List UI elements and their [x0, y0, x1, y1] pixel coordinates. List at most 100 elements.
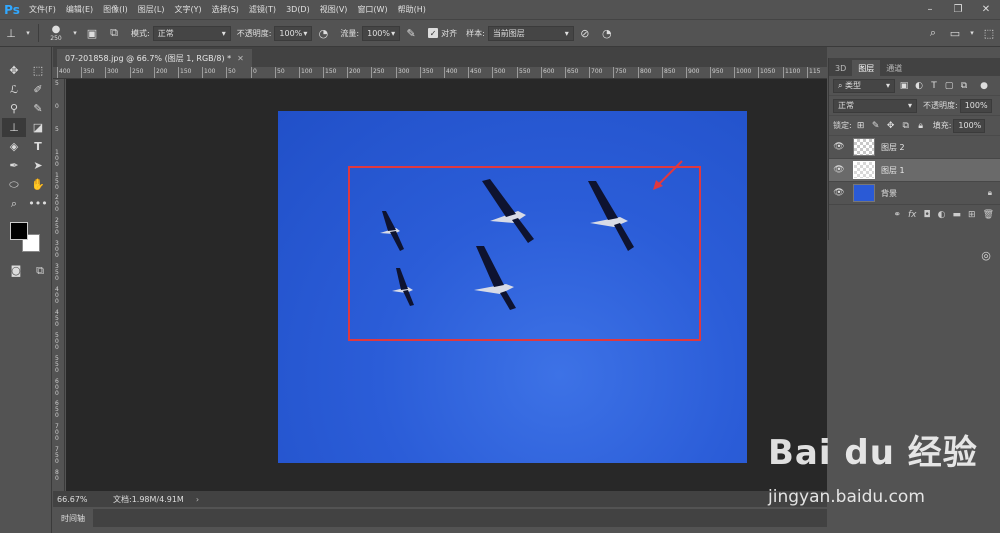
pixel-filter-icon[interactable]: ▣	[898, 80, 910, 92]
menu-filter[interactable]: 滤镜(T)	[244, 4, 281, 15]
toggle-brush-panel-icon[interactable]: ▣	[83, 24, 101, 42]
ignore-adjustment-layers-icon[interactable]: ⊘	[576, 24, 594, 42]
clone-stamp-tool-icon[interactable]: ⊥	[2, 118, 26, 137]
menu-view[interactable]: 视图(V)	[315, 4, 353, 15]
menu-3d[interactable]: 3D(D)	[281, 5, 315, 14]
close-icon[interactable]: ✕	[237, 54, 244, 63]
clone-source-panel-icon[interactable]: ⧉	[105, 24, 123, 42]
zoom-level[interactable]: 66.67%	[53, 495, 99, 504]
ellipse-tool-icon[interactable]: ⬭	[2, 175, 26, 194]
menu-type[interactable]: 文字(Y)	[169, 4, 206, 15]
chevron-down-icon[interactable]: ▾	[24, 24, 32, 42]
search-icon[interactable]: ⌕	[924, 24, 942, 42]
lasso-tool-icon[interactable]: ℒ	[2, 80, 26, 99]
kind-filter-select[interactable]: ⌕ 类型 ▾	[833, 78, 895, 93]
move-tool-icon[interactable]: ✥	[2, 61, 26, 80]
marquee-tool-icon[interactable]: ⬚	[26, 61, 50, 80]
timeline-tab[interactable]: 时间轴	[53, 509, 93, 527]
menu-layer[interactable]: 图层(L)	[133, 4, 170, 15]
canvas-area[interactable]	[66, 79, 827, 491]
document-info[interactable]: 文档:1.98M/4.91M	[113, 494, 184, 505]
layer-opacity-input[interactable]: 100%	[959, 98, 992, 113]
eraser-tool-icon[interactable]: ◪	[26, 118, 50, 137]
foreground-color-swatch[interactable]	[10, 222, 28, 240]
document-tab[interactable]: 07-201858.jpg @ 66.7% (图层 1, RGB/8) * ✕	[57, 49, 252, 67]
airbrush-icon[interactable]: ✎	[402, 24, 420, 42]
trash-icon[interactable]: 🗑︎	[983, 210, 994, 220]
ruler-label: 550	[519, 68, 531, 75]
smart-object-filter-icon[interactable]: ⧉	[958, 80, 970, 92]
link-layers-icon[interactable]: ⚭	[893, 210, 901, 220]
lock-pixels-icon[interactable]: ✎	[870, 120, 882, 132]
type-filter-icon[interactable]: T	[928, 80, 940, 92]
pen-tool-icon[interactable]: ✒	[2, 156, 26, 175]
paint-bucket-tool-icon[interactable]: ◈	[2, 137, 26, 156]
chevron-right-icon[interactable]: ›	[196, 495, 199, 504]
shape-filter-icon[interactable]: ▢	[943, 80, 955, 92]
adjustment-filter-icon[interactable]: ◐	[913, 80, 925, 92]
menu-file[interactable]: 文件(F)	[24, 4, 61, 15]
brush-tool-icon[interactable]: ✎	[26, 99, 50, 118]
lock-transparent-icon[interactable]: ⊞	[855, 120, 867, 132]
menu-help[interactable]: 帮助(H)	[393, 4, 431, 15]
share-icon[interactable]: ⬚	[980, 24, 998, 42]
photoshop-logo[interactable]: Ps	[0, 0, 24, 19]
new-layer-icon[interactable]: ⊞	[968, 210, 976, 220]
menu-window[interactable]: 窗口(W)	[352, 4, 392, 15]
ruler-label: 50	[228, 68, 236, 75]
quick-mask-icon[interactable]: ◙	[4, 261, 28, 280]
chevron-down-icon[interactable]: ▾	[968, 24, 976, 42]
pressure-opacity-icon[interactable]: ◔	[314, 24, 332, 42]
fill-value: 100%	[958, 121, 982, 130]
blend-opacity-row: 正常 ▾ 不透明度: 100%	[829, 96, 1000, 116]
ruler-label: 150	[55, 172, 59, 191]
visibility-eye-icon[interactable]: 👁︎	[829, 142, 849, 152]
restore-icon[interactable]: ❐	[944, 0, 972, 19]
lock-artboard-icon[interactable]: ⧉	[900, 120, 912, 132]
fx-icon[interactable]: fx	[908, 210, 917, 220]
menu-edit[interactable]: 编辑(E)	[61, 4, 98, 15]
baidu-watermark: Bai du 经验 jingyan.baidu.com	[768, 425, 988, 515]
opacity-input[interactable]: 100% ▾	[274, 25, 313, 41]
tab-layers[interactable]: 图层	[852, 60, 881, 76]
lock-all-icon[interactable]: 🔒︎	[915, 120, 927, 132]
document-image[interactable]	[278, 111, 747, 463]
menu-image[interactable]: 图像(I)	[98, 4, 133, 15]
layer-row[interactable]: 👁︎ 背景 🔒︎	[829, 182, 1000, 205]
pressure-size-icon[interactable]: ◔	[598, 24, 616, 42]
path-selection-tool-icon[interactable]: ➤	[26, 156, 50, 175]
align-checkbox[interactable]: ✓	[428, 28, 439, 38]
more-tools-icon[interactable]: •••	[26, 194, 50, 213]
sample-select[interactable]: 当前图层 ▾	[487, 25, 574, 41]
tab-3d[interactable]: 3D	[829, 60, 852, 76]
layer-row-selected[interactable]: 👁︎ 图层 1	[829, 159, 1000, 182]
workspace-icon[interactable]: ▭	[946, 24, 964, 42]
hand-tool-icon[interactable]: ✋	[26, 175, 50, 194]
minimize-icon[interactable]: –	[916, 0, 944, 19]
flow-input[interactable]: 100% ▾	[362, 25, 401, 41]
adjustment-layer-icon[interactable]: ◐	[938, 210, 946, 220]
brush-preset-icon[interactable]: ● 250	[45, 24, 67, 42]
mode-select[interactable]: 正常 ▾	[152, 25, 231, 41]
fill-input[interactable]: 100%	[953, 118, 986, 133]
libraries-icon[interactable]: ◎	[975, 245, 997, 265]
chevron-down-icon[interactable]: ▾	[71, 24, 79, 42]
visibility-eye-icon[interactable]: 👁︎	[829, 165, 849, 175]
ruler-tick	[807, 67, 808, 78]
add-mask-icon[interactable]: ◘	[924, 210, 931, 220]
zoom-tool-icon[interactable]: ⌕	[2, 194, 26, 213]
type-tool-icon[interactable]: T	[26, 137, 50, 156]
visibility-eye-icon[interactable]: 👁︎	[829, 188, 849, 198]
tab-channels[interactable]: 通道	[880, 60, 908, 76]
clone-stamp-tool-icon[interactable]: ⊥	[2, 24, 20, 42]
blend-mode-select[interactable]: 正常 ▾	[833, 98, 917, 113]
quick-selection-tool-icon[interactable]: ✐	[26, 80, 50, 99]
screen-mode-icon[interactable]: ⧉	[28, 261, 52, 280]
filter-toggle-icon[interactable]: ●	[978, 80, 990, 92]
menu-select[interactable]: 选择(S)	[207, 4, 244, 15]
new-group-icon[interactable]: ▬	[953, 210, 962, 220]
lock-position-icon[interactable]: ✥	[885, 120, 897, 132]
close-window-icon[interactable]: ✕	[972, 0, 1000, 19]
eyedropper-tool-icon[interactable]: ⚲	[2, 99, 26, 118]
layer-row[interactable]: 👁︎ 图层 2	[829, 136, 1000, 159]
